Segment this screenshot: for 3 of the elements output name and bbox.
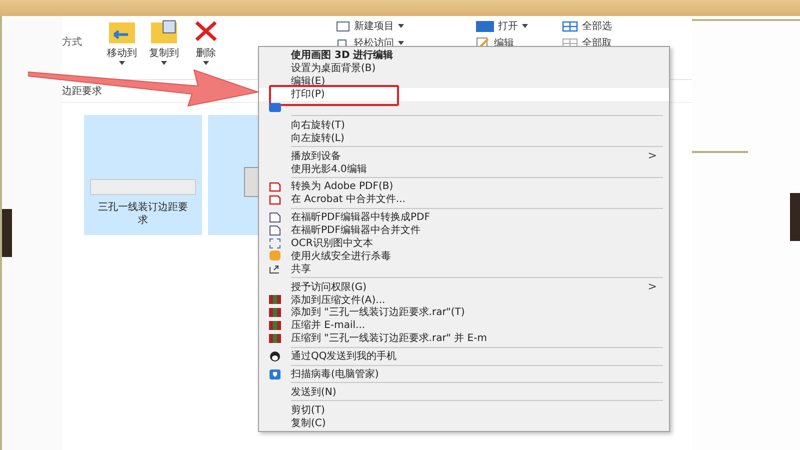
ribbon-label: 方式 [62,36,82,49]
chevron-icon: > [648,280,657,294]
chevron-icon: > [648,149,657,162]
